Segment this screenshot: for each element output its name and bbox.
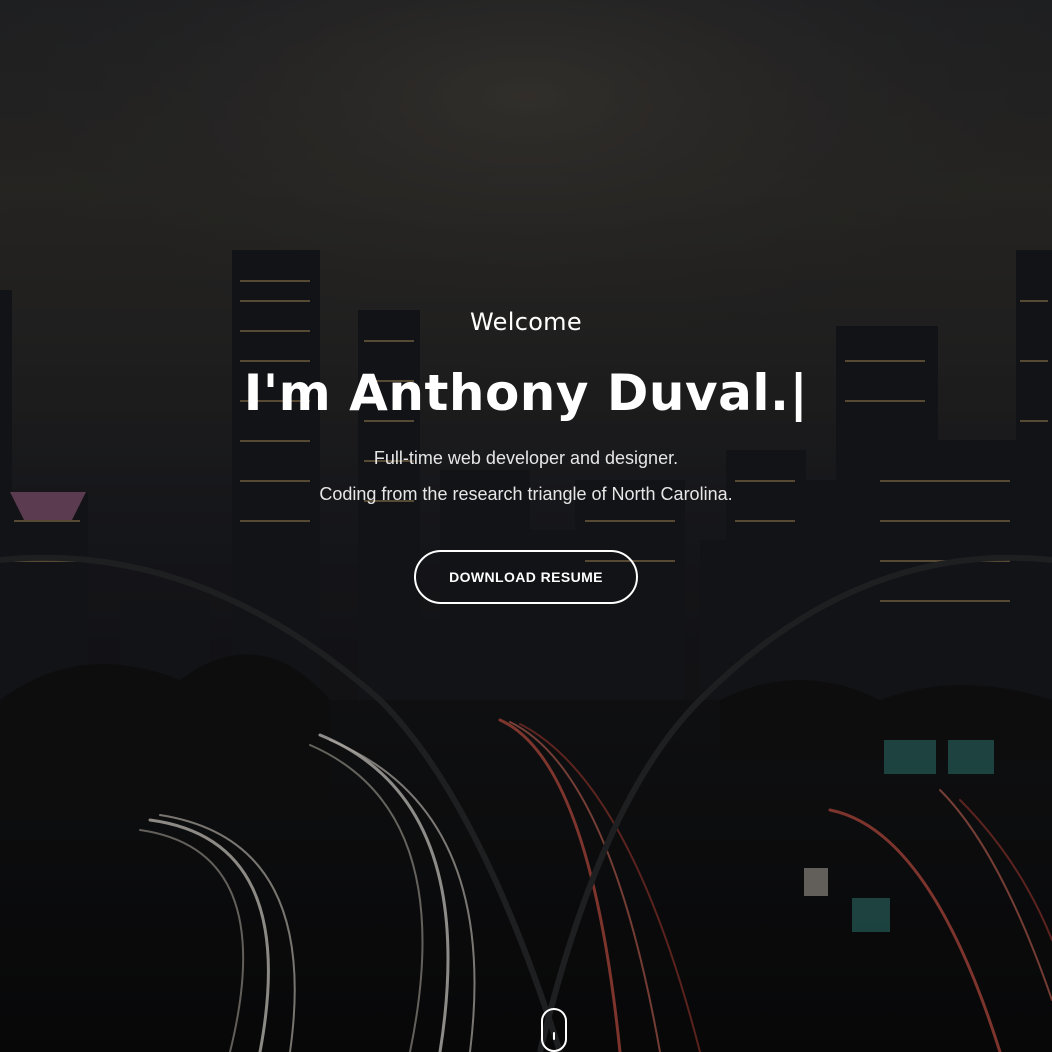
mouse-scroll-icon[interactable]	[541, 1008, 567, 1052]
tagline-line-2: Coding from the research triangle of Nor…	[319, 484, 733, 504]
name-headline: I'm Anthony Duval.|	[243, 364, 809, 422]
hero-content: Welcome I'm Anthony Duval.| Full-time we…	[0, 300, 1052, 604]
mouse-wheel-indicator	[553, 1032, 555, 1040]
tagline-line-1: Full-time web developer and designer.	[373, 448, 679, 468]
welcome-heading: Welcome	[470, 308, 582, 336]
download-resume-button[interactable]: DOWNLOAD RESUME	[414, 550, 638, 604]
hero-section: Welcome I'm Anthony Duval.| Full-time we…	[0, 0, 1052, 1052]
